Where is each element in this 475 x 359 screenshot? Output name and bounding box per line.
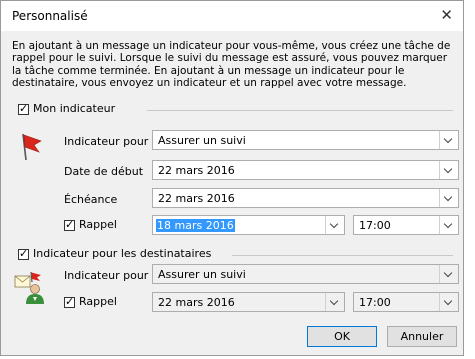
chevron-down-icon[interactable] (439, 216, 458, 234)
separator (147, 110, 453, 111)
recipients-flag-to-label: Indicateur pour (64, 269, 149, 282)
close-icon[interactable]: ✕ (440, 6, 453, 24)
due-date-value: 22 mars 2016 (158, 192, 235, 205)
recipients-reminder-date-select[interactable]: 22 mars 2016 (152, 292, 345, 312)
custom-flag-dialog: Personnalisé ✕ En ajoutant à un message … (0, 0, 464, 356)
recipients-flag-to-value: Assurer un suivi (158, 268, 246, 281)
intro-text: En ajoutant à un message un indicateur p… (12, 40, 451, 89)
recipients-reminder-time-select[interactable]: 17:00 (353, 292, 459, 312)
recipients-flag-label: Indicateur pour les destinataires (33, 247, 212, 260)
my-flag-checkbox[interactable] (18, 102, 29, 115)
chevron-down-icon[interactable] (439, 189, 458, 207)
recipients-reminder-time-value: 17:00 (359, 296, 391, 309)
chevron-down-icon[interactable] (325, 293, 344, 311)
recipients-reminder-date-value: 22 mars 2016 (158, 296, 235, 309)
chevron-down-icon[interactable] (439, 131, 458, 149)
dialog-title: Personnalisé (12, 9, 88, 23)
flag-to-select[interactable]: Assurer un suivi (152, 130, 459, 150)
reminder-time-select[interactable]: 17:00 (353, 215, 459, 235)
recipients-flag-checkbox[interactable] (18, 247, 29, 260)
flag-to-value: Assurer un suivi (158, 134, 246, 147)
reminder-label: Rappel (79, 218, 117, 231)
start-date-label: Date de début (64, 165, 144, 178)
reminder-time-value: 17:00 (359, 219, 391, 232)
start-date-value: 22 mars 2016 (158, 164, 235, 177)
my-flag-label: Mon indicateur (33, 102, 116, 115)
chevron-down-icon[interactable] (325, 216, 344, 234)
reminder-date-select[interactable]: 18 mars 2016 (152, 215, 345, 235)
chevron-down-icon[interactable] (439, 161, 458, 179)
recipients-flag-to-select[interactable]: Assurer un suivi (152, 264, 459, 284)
reminder-checkbox[interactable] (64, 218, 75, 231)
reminder-date-value: 18 mars 2016 (156, 219, 235, 232)
start-date-select[interactable]: 22 mars 2016 (152, 160, 459, 180)
title-bar: Personnalisé ✕ (1, 1, 463, 31)
recipient-flag-icon (14, 271, 44, 304)
separator (232, 255, 453, 256)
chevron-down-icon[interactable] (439, 265, 458, 283)
due-date-select[interactable]: 22 mars 2016 (152, 188, 459, 208)
flag-to-label: Indicateur pour (64, 135, 149, 148)
cancel-button[interactable]: Annuler (387, 326, 457, 347)
chevron-down-icon[interactable] (439, 293, 458, 311)
recipients-reminder-checkbox[interactable] (64, 295, 75, 308)
due-date-label: Échéance (64, 193, 118, 206)
ok-button[interactable]: OK (307, 326, 377, 347)
recipients-reminder-label: Rappel (79, 295, 117, 308)
red-flag-icon (22, 133, 42, 161)
